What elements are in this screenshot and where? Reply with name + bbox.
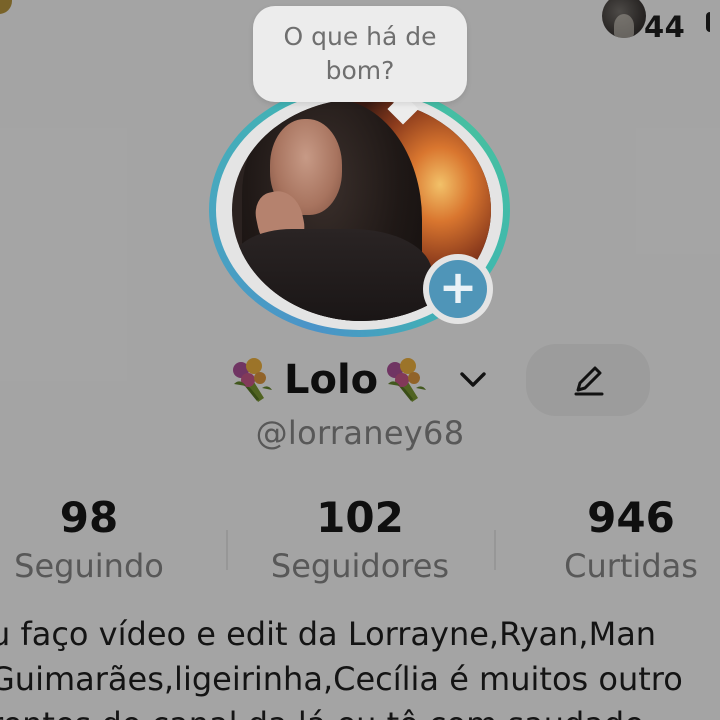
- avatar-jacket: [232, 229, 432, 321]
- plus-icon: +: [429, 260, 487, 318]
- stat-divider: [226, 530, 228, 570]
- bio-line: Guimarães,ligeirinha,Cecília é muitos ou…: [0, 660, 683, 698]
- stat-following-label: Seguindo: [14, 547, 164, 585]
- username: @lorraney68: [255, 414, 465, 452]
- chevron-down-icon: [460, 372, 486, 387]
- bouquet-emoji-icon: [387, 358, 427, 402]
- stat-likes-label: Curtidas: [564, 547, 698, 585]
- stat-likes-value: 946: [587, 493, 675, 542]
- notification-avatar[interactable]: [602, 0, 646, 38]
- bio-line: u faço vídeo e edit da Lorrayne,Ryan,Man: [0, 615, 657, 653]
- profile-screen: 44 O que há de bom? + Lolo @lorraney68 9…: [0, 0, 720, 720]
- bio-line: rentes do canal da lá eu tô com saudade: [0, 702, 720, 720]
- notification-count: 44: [644, 10, 686, 44]
- stat-followers-value: 102: [316, 493, 404, 542]
- story-prompt-line1: O que há de: [283, 22, 437, 51]
- story-prompt-line2: bom?: [325, 56, 395, 85]
- name-menu-button[interactable]: [456, 363, 490, 397]
- edit-profile-button[interactable]: [526, 344, 650, 416]
- bouquet-emoji-icon: [233, 358, 272, 402]
- pencil-icon: [574, 366, 604, 396]
- stat-likes[interactable]: 946 Curtidas: [548, 492, 714, 588]
- display-name-row[interactable]: Lolo: [228, 350, 490, 410]
- notification-edge-icon: [706, 12, 720, 32]
- stat-following[interactable]: 98 Seguindo: [0, 492, 178, 588]
- add-story-button[interactable]: +: [423, 254, 493, 324]
- profile-bio[interactable]: u faço vídeo e edit da Lorrayne,Ryan,Man…: [0, 612, 720, 720]
- stat-divider: [494, 530, 496, 570]
- stat-following-value: 98: [59, 493, 119, 542]
- display-name: Lolo: [284, 357, 379, 403]
- stat-followers[interactable]: 102 Seguidores: [250, 492, 470, 588]
- notification-cluster[interactable]: 44: [598, 0, 720, 48]
- story-prompt-bubble[interactable]: O que há de bom?: [253, 6, 467, 102]
- sticker-fragment: [0, 0, 12, 14]
- stat-followers-label: Seguidores: [270, 547, 450, 585]
